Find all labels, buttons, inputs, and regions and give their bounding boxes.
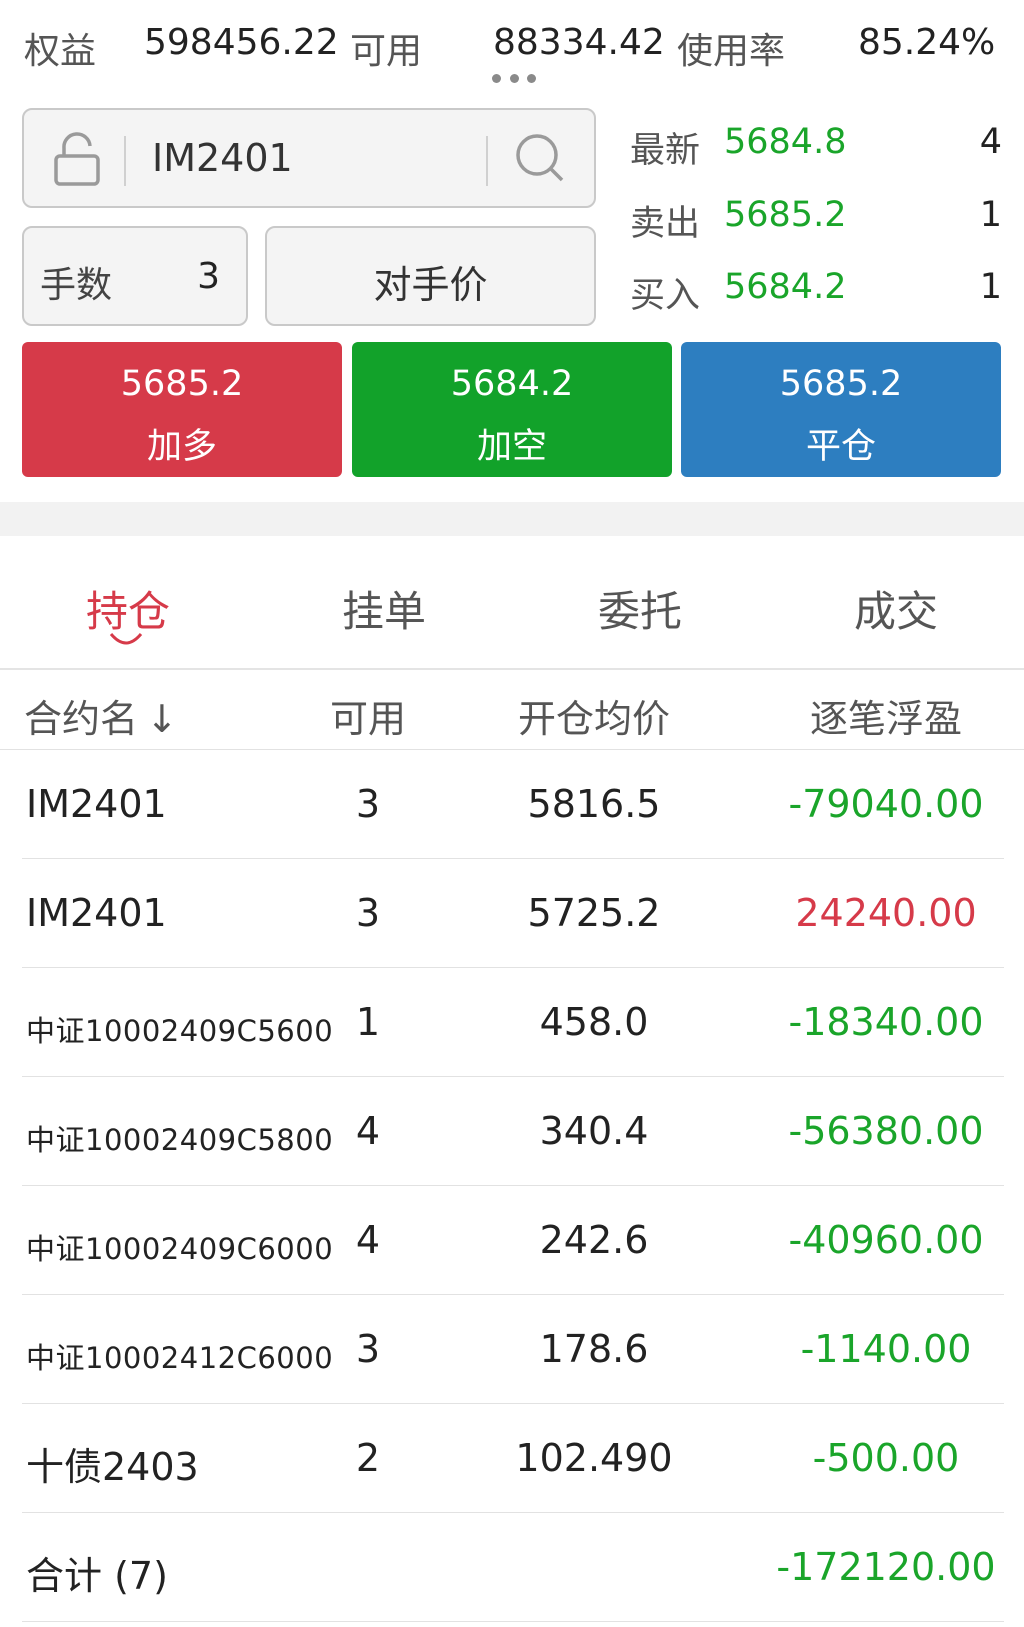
buy-long-label: 加多 xyxy=(146,427,217,467)
contract-name: 中证10002409C6000 xyxy=(26,1232,334,1266)
quantity-value: 3 xyxy=(197,256,220,297)
row-divider xyxy=(22,1621,1004,1622)
contract-name: 中证10002412C6000 xyxy=(26,1341,334,1375)
unlock-icon[interactable] xyxy=(50,132,106,188)
tab-pending-orders[interactable]: 挂单 xyxy=(256,578,512,639)
table-row[interactable]: IM2401 3 5816.5 -79040.00 xyxy=(0,750,1024,859)
sort-down-icon: ↓ xyxy=(146,697,178,741)
usage-value: 85.24% xyxy=(858,22,996,63)
search-icon[interactable] xyxy=(514,132,568,186)
column-header-contract[interactable]: 合约名 ↓ xyxy=(24,688,178,743)
sell-short-price: 5684.2 xyxy=(450,364,574,404)
contract-name: 十债2403 xyxy=(26,1445,199,1489)
table-row[interactable]: 中证10002412C6000 3 178.6 -1140.00 xyxy=(0,1295,1024,1404)
price-type-button[interactable]: 对手价 xyxy=(265,226,596,326)
tab-positions[interactable]: 持仓 xyxy=(0,578,256,639)
table-row[interactable]: 十债2403 2 102.490 -500.00 xyxy=(0,1404,1024,1513)
buy-long-price: 5685.2 xyxy=(120,364,244,404)
contract-name: IM2401 xyxy=(26,891,167,935)
quantity-field[interactable]: 手数 3 xyxy=(22,226,248,326)
divider xyxy=(486,136,488,186)
column-header-contract-label: 合约名 xyxy=(24,697,139,741)
quote-ask-label: 卖出 xyxy=(630,204,701,244)
divider xyxy=(124,136,126,186)
column-header-pnl: 逐笔浮盈 xyxy=(810,697,963,741)
quote-latest-label: 最新 xyxy=(630,131,701,171)
quote-ask-price: 5685.2 xyxy=(724,195,847,235)
usage-label: 使用率 xyxy=(677,31,786,72)
contract-name: IM2401 xyxy=(26,782,167,826)
table-row[interactable]: 中证10002409C5800 4 340.4 -56380.00 xyxy=(0,1077,1024,1186)
quote-bid-price: 5684.2 xyxy=(724,267,847,307)
buy-long-button[interactable]: 5685.2 加多 xyxy=(22,342,342,477)
close-position-price: 5685.2 xyxy=(779,364,903,404)
table-row[interactable]: 中证10002409C6000 4 242.6 -40960.00 xyxy=(0,1186,1024,1295)
quantity-label: 手数 xyxy=(40,265,113,306)
sell-short-button[interactable]: 5684.2 加空 xyxy=(352,342,672,477)
more-dots-icon[interactable] xyxy=(492,74,536,84)
symbol-input[interactable]: IM2401 xyxy=(22,108,596,208)
column-header-available: 可用 xyxy=(330,697,407,741)
tab-divider xyxy=(0,668,1024,670)
sell-short-label: 加空 xyxy=(476,427,547,467)
tab-trades[interactable]: 成交 xyxy=(768,578,1024,639)
section-gap xyxy=(0,502,1024,536)
tab-orders[interactable]: 委托 xyxy=(512,578,768,639)
account-summary[interactable]: 权益 598456.22 可用 88334.42 使用率 85.24% xyxy=(0,0,1024,95)
quote-ask-volume: 1 xyxy=(979,195,1002,235)
available-label: 可用 xyxy=(350,31,423,72)
total-label: 合计 (7) xyxy=(26,1554,168,1598)
close-position-label: 平仓 xyxy=(805,427,876,467)
quote-bid-volume: 1 xyxy=(979,267,1002,307)
contract-name: 中证10002409C5600 xyxy=(26,1014,334,1048)
column-header-open-price: 开仓均价 xyxy=(518,697,671,741)
table-row[interactable]: 中证10002409C5600 1 458.0 -18340.00 xyxy=(0,968,1024,1077)
contract-name: 中证10002409C5800 xyxy=(26,1123,334,1157)
active-tab-indicator xyxy=(109,633,143,645)
symbol-value: IM2401 xyxy=(152,136,293,180)
close-position-button[interactable]: 5685.2 平仓 xyxy=(681,342,1001,477)
table-row[interactable]: IM2401 3 5725.2 24240.00 xyxy=(0,859,1024,968)
quote-latest-price: 5684.8 xyxy=(724,122,847,162)
total-row: 合计 (7) -172120.00 xyxy=(0,1513,1024,1622)
quote-latest-volume: 4 xyxy=(979,122,1002,162)
available-value: 88334.42 xyxy=(493,22,665,63)
equity-label: 权益 xyxy=(24,31,97,72)
price-type-label: 对手价 xyxy=(373,263,488,307)
quote-bid-label: 买入 xyxy=(630,276,701,316)
equity-value: 598456.22 xyxy=(144,22,339,63)
